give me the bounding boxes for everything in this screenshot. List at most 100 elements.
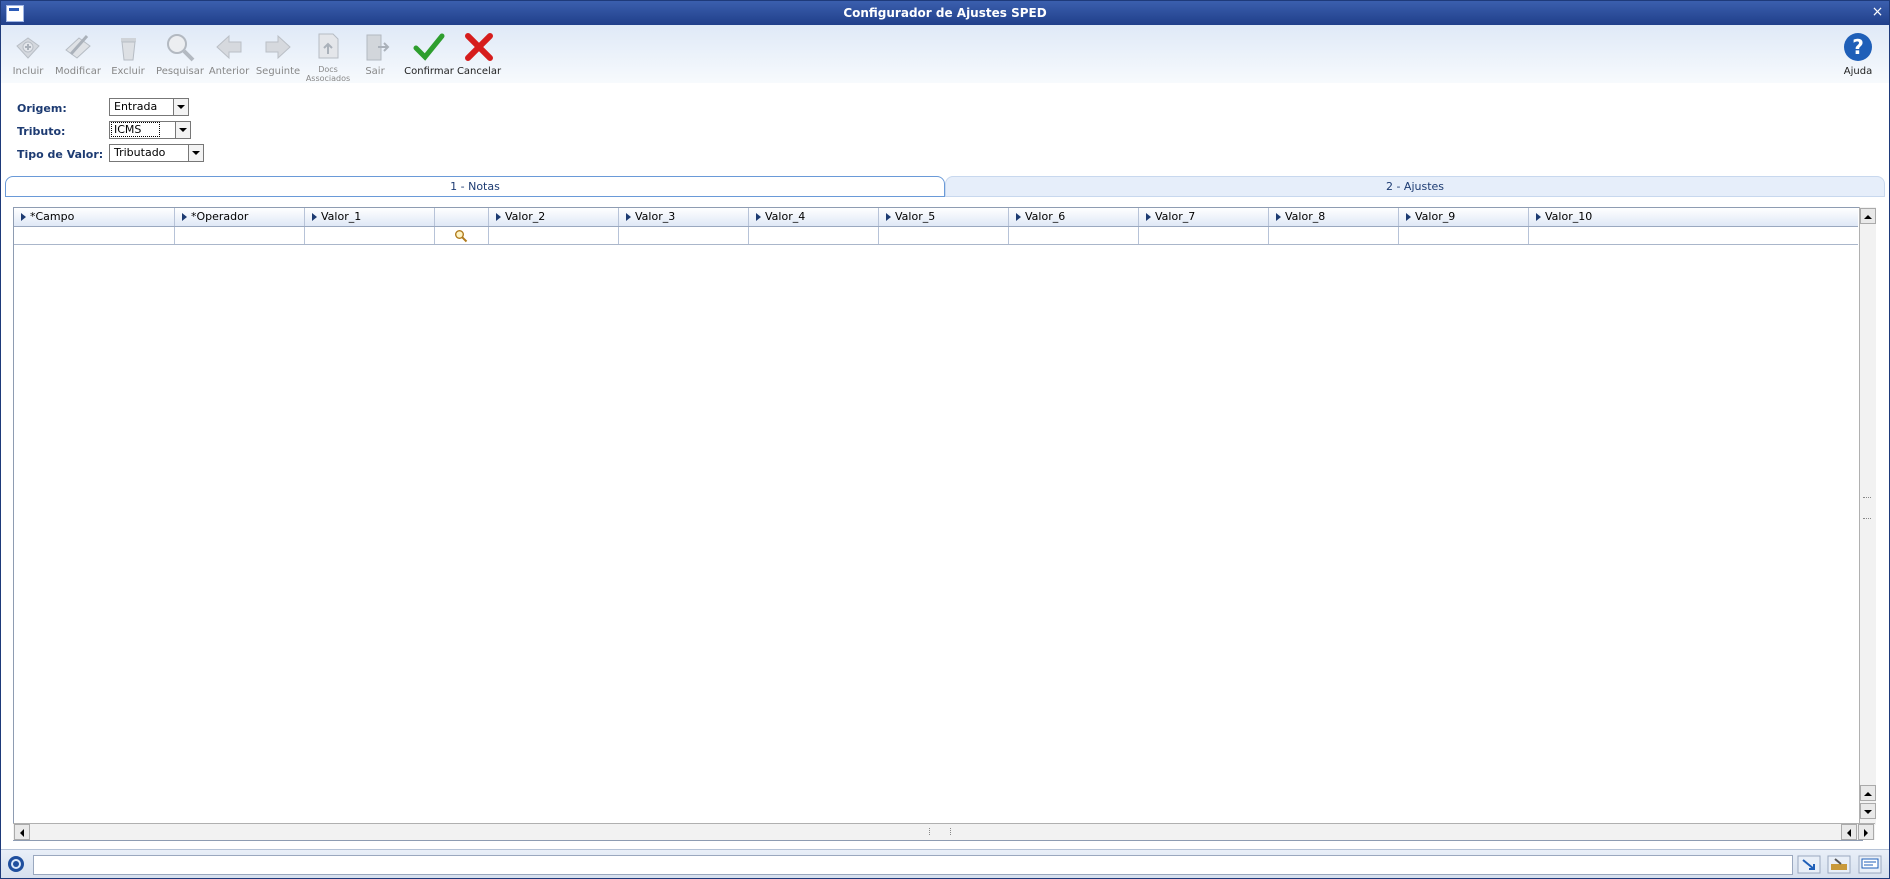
column-header-campo[interactable]: *Campo: [14, 208, 175, 226]
delete-button[interactable]: Excluir: [103, 25, 153, 83]
cell-valor-2[interactable]: [489, 227, 619, 244]
exit-label: Sair: [365, 66, 385, 77]
origem-select[interactable]: Entrada: [109, 98, 189, 116]
cell-valor-7[interactable]: [1139, 227, 1269, 244]
scroll-grip[interactable]: [929, 828, 951, 835]
status-bar: [1, 849, 1889, 878]
cancel-button[interactable]: Cancelar: [454, 25, 504, 83]
sort-arrow-icon: [886, 213, 891, 221]
scroll-left-button[interactable]: [14, 824, 30, 840]
tipo-valor-value: Tributado: [114, 146, 166, 159]
tab-notas[interactable]: 1 - Notas: [5, 176, 945, 197]
sort-arrow-icon: [182, 213, 187, 221]
help-button[interactable]: ? Ajuda: [1833, 25, 1883, 83]
arrow-up-icon: [1864, 215, 1872, 219]
tributo-label: Tributo:: [17, 125, 66, 138]
cell-valor-9[interactable]: [1399, 227, 1529, 244]
tab-ajustes[interactable]: 2 - Ajustes: [945, 176, 1885, 197]
cancel-label: Cancelar: [456, 66, 502, 77]
scroll-down-button[interactable]: [1860, 803, 1876, 819]
cell-valor-8[interactable]: [1269, 227, 1399, 244]
column-header-valor-1[interactable]: Valor_1: [305, 208, 435, 226]
toolbar: Incluir Modificar Excluir Pesquisar Ante…: [1, 25, 1889, 83]
tipo-valor-label: Tipo de Valor:: [17, 148, 104, 161]
chevron-down-icon[interactable]: [173, 99, 188, 115]
grid-header: *Campo *Operador Valor_1 Valor_2 Valor_3…: [14, 208, 1858, 227]
close-button[interactable]: ×: [1870, 5, 1885, 20]
column-header-lookup: [435, 208, 489, 226]
tipo-valor-select[interactable]: Tributado: [109, 144, 204, 162]
cell-valor-1[interactable]: [305, 227, 435, 244]
modify-button[interactable]: Modificar: [53, 25, 103, 83]
column-header-valor-8[interactable]: Valor_8: [1269, 208, 1399, 226]
column-header-valor-3[interactable]: Valor_3: [619, 208, 749, 226]
magnifier-icon[interactable]: [454, 229, 468, 243]
help-icon: ?: [1844, 33, 1872, 61]
cell-lookup[interactable]: [435, 227, 489, 244]
svg-text:?: ?: [1852, 35, 1864, 59]
keyboard-icon[interactable]: [1827, 855, 1851, 874]
arrow-left-icon: [216, 34, 242, 60]
associated-docs-icon: [318, 33, 339, 59]
sort-arrow-icon: [496, 213, 501, 221]
data-grid: *Campo *Operador Valor_1 Valor_2 Valor_3…: [13, 207, 1863, 841]
globe-icon[interactable]: [7, 855, 25, 873]
tributo-select[interactable]: ICMS: [109, 121, 191, 139]
scroll-page-left-button[interactable]: [1841, 824, 1857, 840]
scroll-up-button[interactable]: [1860, 208, 1876, 224]
cell-valor-4[interactable]: [749, 227, 879, 244]
cell-campo[interactable]: [14, 227, 175, 244]
scroll-grip[interactable]: [1863, 497, 1871, 519]
cell-valor-10[interactable]: [1529, 227, 1858, 244]
sort-arrow-icon: [1016, 213, 1021, 221]
help-label: Ajuda: [1843, 66, 1873, 77]
column-header-valor-5[interactable]: Valor_5: [879, 208, 1009, 226]
resize-icon[interactable]: [1797, 855, 1821, 874]
column-header-operador[interactable]: *Operador: [175, 208, 305, 226]
checkmark-icon: [413, 33, 445, 61]
horizontal-scrollbar[interactable]: [13, 823, 1875, 840]
arrow-left-icon: [1847, 829, 1851, 837]
add-doc-icon: [16, 37, 40, 59]
window-title: Configurador de Ajustes SPED: [843, 6, 1047, 20]
status-message-field: [33, 855, 1793, 875]
sort-arrow-icon: [1536, 213, 1541, 221]
column-header-valor-10[interactable]: Valor_10: [1529, 208, 1858, 226]
column-header-valor-7[interactable]: Valor_7: [1139, 208, 1269, 226]
sort-arrow-icon: [21, 213, 26, 221]
sort-arrow-icon: [1276, 213, 1281, 221]
arrow-right-icon: [1864, 829, 1868, 837]
cell-valor-5[interactable]: [879, 227, 1009, 244]
confirm-button[interactable]: Confirmar: [404, 25, 454, 83]
cell-valor-6[interactable]: [1009, 227, 1139, 244]
search-icon: [167, 34, 195, 62]
cell-operador[interactable]: [175, 227, 305, 244]
scroll-right-button[interactable]: [1858, 824, 1874, 840]
tributo-value: ICMS: [110, 122, 161, 137]
table-row[interactable]: [14, 227, 1858, 245]
arrow-down-icon: [1864, 810, 1872, 814]
column-header-valor-2[interactable]: Valor_2: [489, 208, 619, 226]
sort-arrow-icon: [1146, 213, 1151, 221]
column-header-valor-6[interactable]: Valor_6: [1009, 208, 1139, 226]
chevron-down-icon[interactable]: [188, 145, 203, 161]
column-header-valor-9[interactable]: Valor_9: [1399, 208, 1529, 226]
message-icon[interactable]: [1858, 855, 1882, 874]
cell-valor-3[interactable]: [619, 227, 749, 244]
vertical-scrollbar[interactable]: [1859, 207, 1876, 825]
next-button[interactable]: Seguinte: [253, 25, 303, 83]
sort-arrow-icon: [626, 213, 631, 221]
origem-value: Entrada: [114, 100, 158, 113]
scroll-page-up-button[interactable]: [1860, 785, 1876, 801]
chevron-down-icon[interactable]: [175, 122, 190, 138]
exit-door-icon: [366, 34, 390, 61]
trash-icon: [121, 38, 136, 61]
exit-button[interactable]: Sair: [350, 25, 400, 83]
arrow-up-icon: [1864, 792, 1872, 796]
arrow-right-icon: [265, 34, 291, 60]
include-button[interactable]: Incluir: [3, 25, 53, 83]
main-window: Configurador de Ajustes SPED × Incluir M…: [0, 0, 1890, 879]
column-header-valor-4[interactable]: Valor_4: [749, 208, 879, 226]
title-bar: Configurador de Ajustes SPED ×: [1, 1, 1889, 25]
arrow-left-icon: [20, 829, 24, 837]
